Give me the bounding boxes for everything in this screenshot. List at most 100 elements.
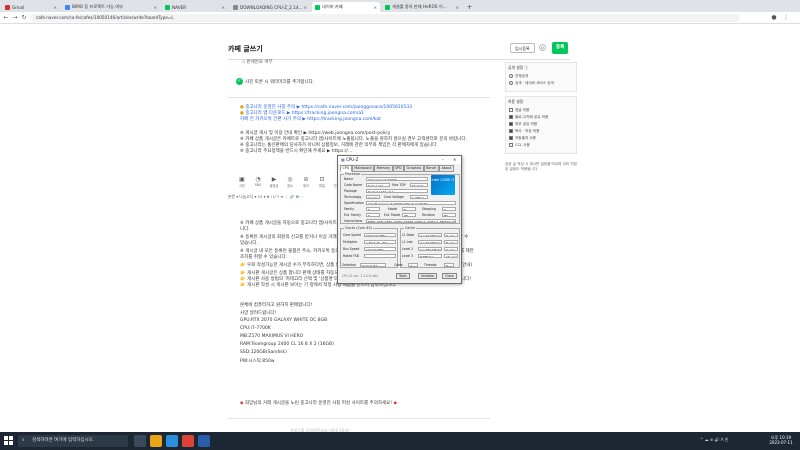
sale-line: 사양 알려드립니다!	[240, 311, 277, 316]
browser-tab[interactable]: NAVER ✕	[162, 2, 228, 12]
register-button[interactable]: 등록	[552, 42, 569, 54]
close-icon[interactable]: ✕	[453, 156, 456, 164]
cpuz-tabs: CPU Mainboard Memory SPD Graphics Bench About	[340, 165, 460, 172]
checkbox-icon[interactable]	[509, 122, 513, 126]
checkbox-icon[interactable]	[509, 143, 513, 147]
tab-about[interactable]: About	[439, 165, 454, 172]
taskbar-clock[interactable]: 오후 10:19 2023-07-11	[764, 435, 798, 445]
browser-tab[interactable]: DOWNLOADING CPU-Z_2.14... ✕	[230, 2, 310, 12]
field-label: Revision	[422, 213, 435, 217]
tools-button[interactable]: Tools	[396, 273, 410, 279]
group-label: Clocks (Core #0)	[344, 226, 373, 230]
cpuz-window[interactable]: ▦ CPU-Z – ✕ CPU Mainboard Memory SPD Graphic…	[337, 155, 462, 284]
close-icon[interactable]: ✕	[222, 5, 225, 10]
back-icon[interactable]: ←	[2, 14, 10, 22]
system-tray[interactable]: ^ ☁ ⊕ 🔊 A 한	[700, 437, 728, 443]
chrome-icon[interactable]	[182, 435, 194, 447]
new-tab-button[interactable]: +	[464, 2, 472, 12]
info-line: ※ 중고나라 주요정책을 반드시 확인해 주세요 ▶ https://...	[240, 149, 353, 154]
tab-mainboard[interactable]: Mainboard	[351, 165, 375, 172]
sale-line: SSD:120GB(Sandisk)	[240, 350, 287, 355]
l1i-way: 8-way	[444, 239, 458, 244]
sale-line: CPU:i7-7700K	[240, 326, 271, 331]
temp-save-button[interactable]: 임시등록	[510, 43, 535, 53]
file-explorer-icon[interactable]	[150, 435, 162, 447]
place-icon-glyph: ◎	[287, 176, 293, 183]
windows-start-icon[interactable]	[4, 436, 13, 445]
allow-option[interactable]: CCL 사용	[506, 142, 576, 149]
tab-bench[interactable]: Bench	[423, 165, 440, 172]
cpuz-titlebar[interactable]: ▦ CPU-Z – ✕	[338, 156, 461, 164]
close-icon[interactable]: ✕	[154, 5, 157, 10]
checkbox-icon[interactable]	[509, 115, 513, 119]
allow-option[interactable]: 블로그/카페 공유 허용	[506, 114, 576, 121]
l1d-value: 4 x 32 KBytes	[418, 232, 442, 237]
tab-favicon	[233, 4, 238, 10]
field-label: Specification	[344, 201, 364, 205]
field-label: Package	[344, 189, 357, 193]
browser-tab[interactable]: BIMO 등 프로젝트 가능 여부 ✕	[62, 2, 160, 12]
allow-option[interactable]: 복사 · 저장 허용	[506, 128, 576, 135]
close-button[interactable]: Close	[442, 273, 457, 279]
photo-icon[interactable]: ▣ 사진	[236, 176, 248, 188]
sticker-icon-label: SNS	[254, 183, 262, 187]
public-setting-box: 공개 설정 ⓘ 전체공개 검색 · 네이버 서비스 공개	[505, 62, 577, 92]
close-icon[interactable]: ✕	[456, 5, 459, 10]
video-icon[interactable]: ▶ 동영상	[268, 176, 280, 188]
menu-icon[interactable]: ⋮	[782, 14, 790, 22]
checkbox-icon[interactable]	[509, 108, 513, 112]
public-option[interactable]: 전체공개	[506, 73, 576, 80]
revision-value: B0	[442, 212, 456, 217]
browser-tab-active[interactable]: 네이버 카페 ✕	[312, 2, 380, 12]
field-label: Model	[388, 207, 398, 211]
link-icon[interactable]: ⊘ 링크	[300, 176, 312, 188]
close-icon[interactable]: ✕	[54, 5, 57, 10]
minimize-icon[interactable]: –	[442, 156, 444, 164]
browser-tab[interactable]: Gmail ✕	[2, 2, 60, 12]
forward-icon[interactable]: →	[11, 14, 19, 22]
tab-memory[interactable]: Memory	[374, 165, 393, 172]
allow-option[interactable]: 자동출처 사용	[506, 135, 576, 142]
taskbar: ⌕ 검색하려면 여기에 입력하십시오. ^ ☁ ⊕ 🔊 A 한 오후 10:19…	[0, 432, 800, 450]
tab-favicon	[165, 4, 170, 10]
tab-spd[interactable]: SPD	[392, 165, 405, 172]
checkbox-icon[interactable]	[509, 129, 513, 133]
sticker-icon-glyph: ◔	[255, 176, 261, 183]
taskbar-search-input[interactable]: ⌕ 검색하려면 여기에 입력하십시오.	[18, 435, 128, 447]
stepping-value: 9	[442, 206, 456, 211]
socket-select[interactable]: Socket #1	[360, 262, 386, 267]
profile-icon[interactable]: ●	[770, 14, 778, 22]
tab-favicon	[385, 4, 390, 10]
tab-cpu[interactable]: CPU	[340, 165, 352, 172]
ext-family-value: 6	[366, 212, 380, 217]
cpuz-taskbar-icon[interactable]	[198, 435, 210, 447]
public-setting-title: 공개 설정 ⓘ	[508, 65, 529, 70]
file-icon[interactable]: ⊡ 파일	[316, 176, 328, 188]
close-icon[interactable]: ✕	[304, 5, 307, 10]
checkbox-icon[interactable]	[509, 136, 513, 140]
rated-fsb-value	[364, 253, 396, 258]
link-icon-glyph: ⊘	[303, 176, 309, 183]
reload-icon[interactable]: ↻	[20, 14, 28, 22]
sticker-icon[interactable]: ◔ SNS	[252, 176, 264, 187]
allow-setting-title: 허용 설정	[508, 99, 524, 104]
tdp-value: 91.0 W	[410, 182, 428, 187]
divider	[228, 418, 490, 419]
place-icon[interactable]: ◎ 장소	[284, 176, 296, 188]
task-view-icon[interactable]	[134, 435, 146, 447]
sale-line: 본체에 컴퓨터하고 원하지 판매합니다!	[240, 303, 313, 308]
tab-graphics[interactable]: Graphics	[404, 165, 424, 172]
info-line: 카페 안 카카오톡 간편 사기 주의 ▶ https://tracking.jo…	[240, 117, 381, 122]
public-option[interactable]: 검색 · 네이버 서비스 공개	[506, 80, 576, 87]
tab-favicon	[315, 4, 320, 10]
close-icon[interactable]: ✕	[374, 5, 377, 10]
allow-option[interactable]: 댓글 허용	[506, 107, 576, 114]
pointer-icon: 👉	[240, 283, 248, 288]
allow-option[interactable]: 외부 공유 허용	[506, 121, 576, 128]
validate-button[interactable]: Validate	[418, 273, 437, 279]
browser-tab[interactable]: 개설를 종의 판매 HeROS 이... ✕	[382, 2, 462, 12]
temp-count-badge[interactable]: 0	[539, 44, 546, 51]
url-input[interactable]: cafe.naver.com/ca-fe/cafes/10050146/arti…	[30, 14, 740, 22]
edge-icon[interactable]	[166, 435, 178, 447]
group-label: Processor	[344, 172, 362, 176]
